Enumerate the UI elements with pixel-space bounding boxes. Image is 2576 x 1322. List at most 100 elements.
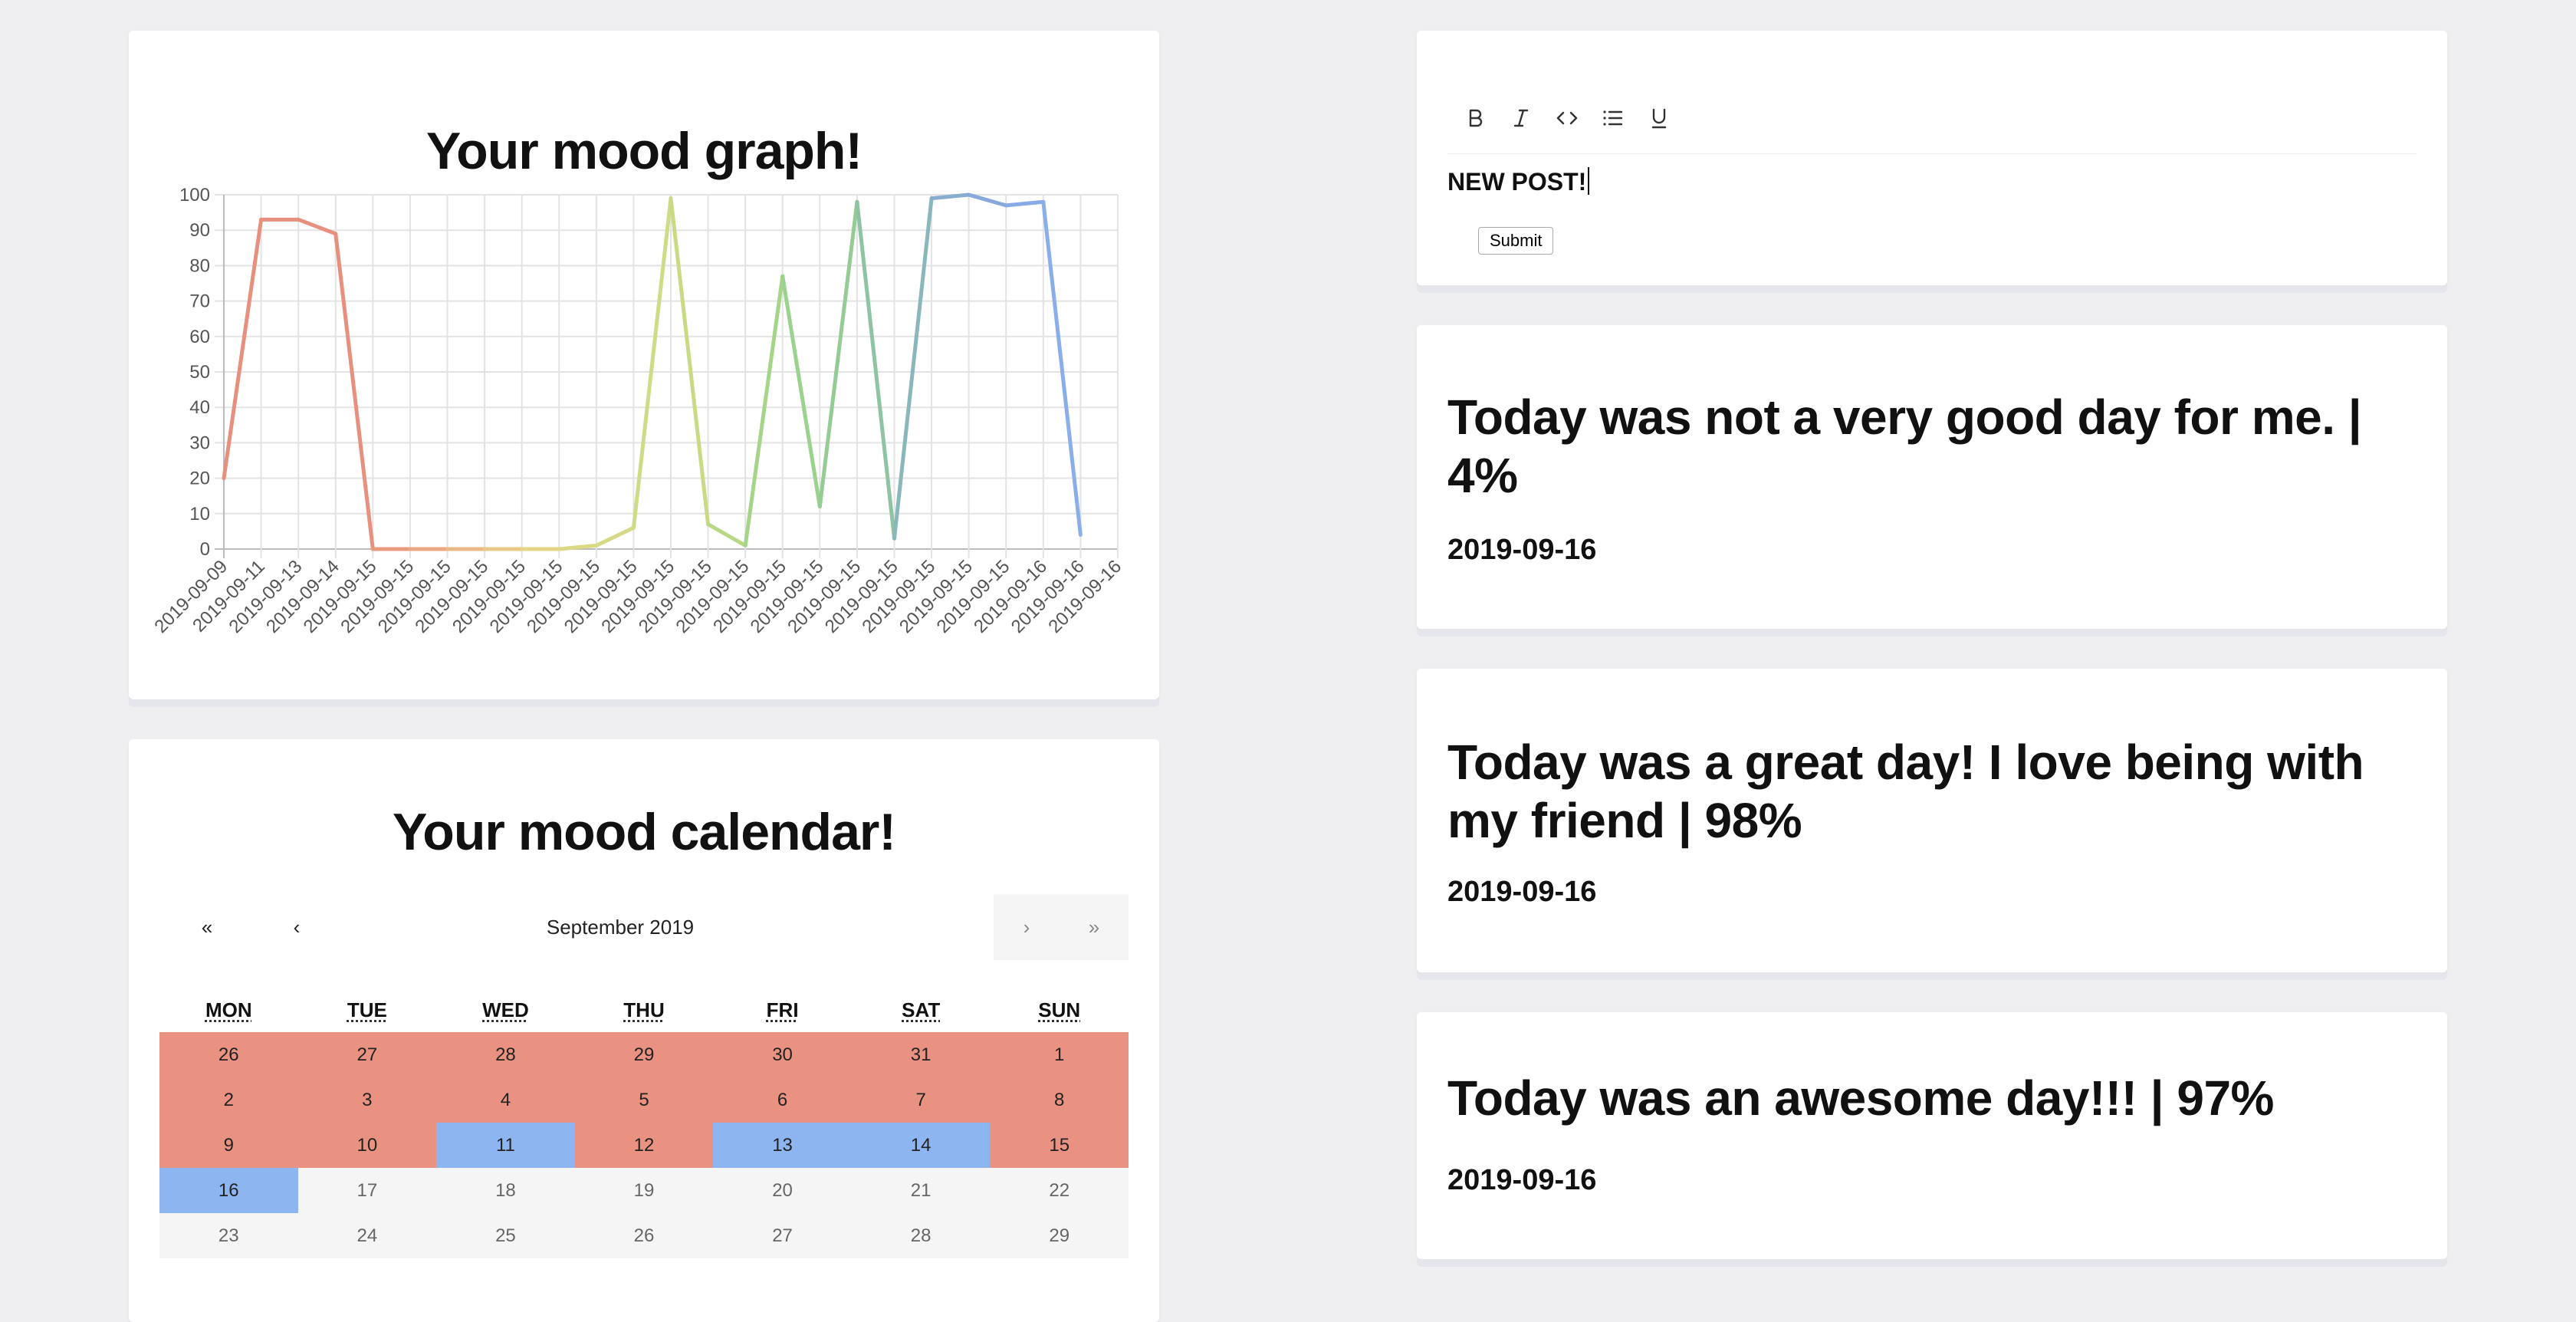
next-year-button[interactable]: » [1060,894,1129,960]
calendar-day[interactable]: 3 [297,1077,437,1123]
post-date: 2019-09-16 [1447,1164,1597,1196]
calendar-title: Your mood calendar! [392,803,896,861]
prev-month-button[interactable]: ‹ [255,894,339,960]
mood-data-point [706,522,710,526]
post-date: 2019-09-16 [1447,876,1597,908]
mood-graph-card: Your mood graph! 0 10 20 30 40 50 60 70 80 90 100 2… [129,31,1159,699]
calendar-day[interactable]: 23 [159,1213,298,1258]
weekday-header: MON TUE WED THU FRI SAT SUN [159,998,1129,1029]
mood-line-segment [222,217,264,481]
weekday-sat: SAT [902,998,941,1021]
y-tick-label: 60 [189,327,210,347]
calendar-day[interactable]: 17 [297,1168,437,1213]
mood-data-point [892,537,896,541]
mood-data-point [669,196,672,200]
next-month-button[interactable]: › [994,894,1060,960]
mood-data-point [557,548,561,551]
calendar-day-grid: 26 27 28 29 30 31 1 2 3 4 5 6 7 8 9 10 11 12 13 14 15 16 17 18 1… [159,1032,1129,1258]
calendar-day[interactable]: 27 [713,1213,852,1258]
mood-line-segment [892,196,934,541]
mood-line-segment [855,199,896,541]
mood-line-segment [817,199,859,509]
calendar-day[interactable]: 15 [990,1123,1129,1168]
mood-line-segment [743,274,785,548]
post-title: Today was not a very good day for me. | … [1447,390,2362,503]
calendar-day[interactable]: 25 [436,1213,575,1258]
weekday-sun: SUN [1038,998,1081,1021]
submit-button[interactable]: Submit [1478,227,1554,255]
calendar-day[interactable]: 20 [713,1168,852,1213]
calendar-day[interactable]: 18 [436,1168,575,1213]
calendar-day[interactable]: 14 [851,1123,991,1168]
mood-line-segment [334,232,375,551]
mood-line-segment [1004,199,1046,208]
underline-icon[interactable] [1644,103,1677,133]
mood-data-point [483,548,487,551]
calendar-day[interactable]: 28 [851,1213,991,1258]
mood-calendar-card: Your mood calendar! « ‹ September 2019 ›… [129,739,1159,1322]
mood-data-point [818,505,822,508]
weekday-fri: FRI [766,998,799,1021]
mood-line-segment [296,217,338,236]
mood-data-point [334,232,337,235]
list-icon[interactable] [1598,103,1631,133]
mood-data-point [744,544,748,548]
mood-line-segment [706,522,748,548]
mood-data-point [297,218,301,222]
mood-data-point [855,200,859,204]
weekday-wed: WED [482,998,529,1021]
calendar-day[interactable]: 28 [436,1032,575,1077]
calendar-day[interactable]: 26 [574,1213,714,1258]
calendar-day[interactable]: 22 [990,1168,1129,1213]
calendar-day[interactable]: 9 [159,1123,298,1168]
calendar-day[interactable]: 16 [159,1168,298,1213]
y-tick-label: 90 [189,220,210,241]
calendar-day[interactable]: 13 [713,1123,852,1168]
calendar-day[interactable]: 29 [990,1213,1129,1258]
y-tick-label: 10 [189,504,210,525]
post-card: Today was a great day! I love being with… [1417,669,2447,972]
calendar-day[interactable]: 30 [713,1032,852,1077]
calendar-day[interactable]: 10 [297,1123,437,1168]
calendar-day[interactable]: 24 [297,1213,437,1258]
calendar-day[interactable]: 6 [713,1077,852,1123]
code-icon[interactable] [1552,103,1585,133]
post-title: Today was an awesome day!!! | 97% [1447,1070,2274,1126]
mood-data-point [222,476,225,480]
y-tick-label: 100 [179,185,210,206]
calendar-day[interactable]: 29 [574,1032,714,1077]
calendar-day[interactable]: 5 [574,1077,714,1123]
calendar-day[interactable]: 26 [159,1032,298,1077]
calendar-day[interactable]: 4 [436,1077,575,1123]
italic-icon[interactable] [1506,103,1539,133]
mood-line-segment [967,192,1008,208]
mood-data-point [632,526,636,530]
calendar-day[interactable]: 1 [990,1032,1129,1077]
mood-data-point [408,548,412,551]
mood-data-point [371,548,375,551]
mood-line-segment [1041,199,1083,538]
y-tick-label: 50 [189,362,210,383]
mood-line-chart: 01020304050607080901002019-09-092019-09-… [150,185,1125,637]
mood-line-segment [669,196,711,527]
calendar-day[interactable]: 31 [851,1032,991,1077]
calendar-day[interactable]: 7 [851,1077,991,1123]
mood-data-point [520,548,524,551]
calendar-day[interactable]: 19 [574,1168,714,1213]
post-card: Today was not a very good day for me. | … [1417,325,2447,629]
mood-line-segment [780,274,822,509]
month-label[interactable]: September 2019 [339,894,902,960]
calendar-day[interactable]: 12 [574,1123,714,1168]
calendar-day[interactable]: 8 [990,1077,1129,1123]
weekday-tue: TUE [347,998,387,1021]
y-tick-label: 70 [189,291,210,312]
calendar-day[interactable]: 2 [159,1077,298,1123]
editor-toolbar [1447,87,2417,154]
calendar-day[interactable]: 27 [297,1032,437,1077]
bold-icon[interactable] [1460,103,1493,133]
post-card: Today was an awesome day!!! | 97% 2019-0… [1417,1012,2447,1259]
calendar-day[interactable]: 21 [851,1168,991,1213]
calendar-day[interactable]: 11 [436,1123,575,1168]
post-editor-input[interactable]: NEW POST! [1447,167,1589,196]
prev-year-button[interactable]: « [159,894,255,960]
